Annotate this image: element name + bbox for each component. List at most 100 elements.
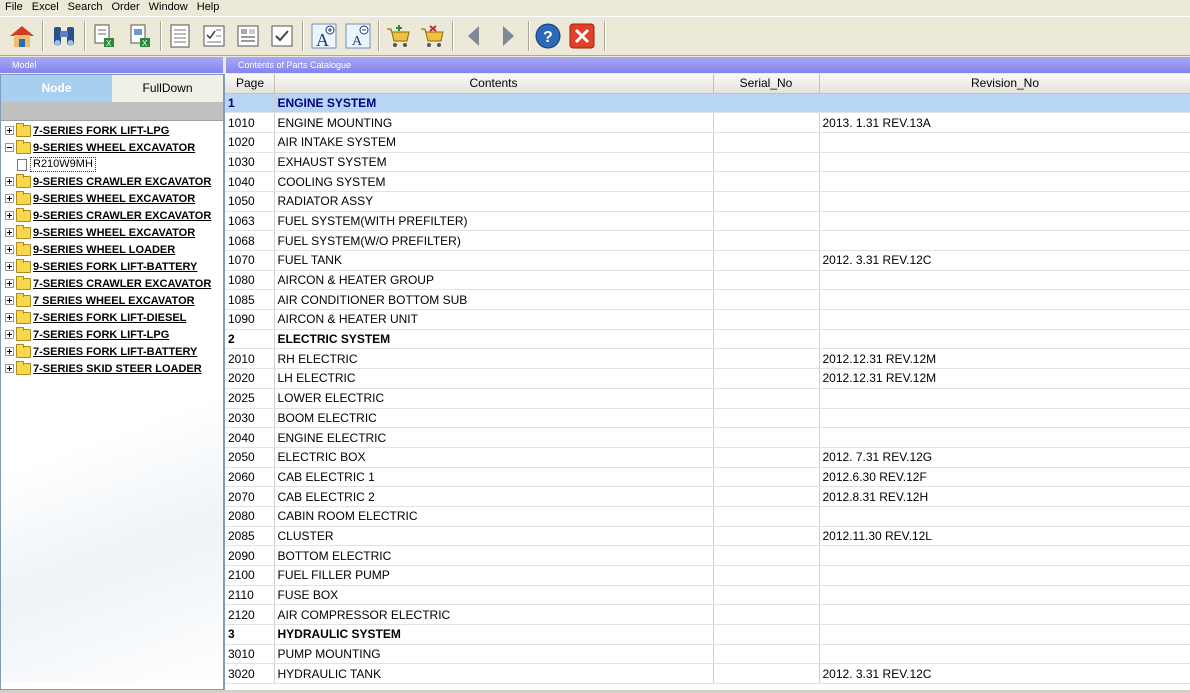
expand-icon[interactable] (5, 211, 14, 220)
table-row[interactable]: 3020 HYDRAULIC TANK 2012. 3.31 REV.12C (225, 663, 1190, 685)
home-icon[interactable] (6, 20, 38, 52)
tree-node[interactable]: 9-SERIES WHEEL EXCAVATOR (5, 139, 195, 156)
zoom-out-text-icon[interactable]: A (342, 20, 374, 52)
tree-node[interactable]: 7-SERIES FORK LIFT-BATTERY (5, 343, 197, 360)
table-row[interactable]: 1030 EXHAUST SYSTEM (225, 152, 1190, 173)
table-row[interactable]: 1085 AIR CONDITIONER BOTTOM SUB (225, 289, 1190, 311)
cell-serial (713, 230, 820, 251)
help-icon[interactable]: ? (532, 20, 564, 52)
binoculars-icon[interactable] (48, 20, 80, 52)
table-row[interactable]: 1068 FUEL SYSTEM(W/O PREFILTER) (225, 230, 1190, 251)
table-row[interactable]: 2120 AIR COMPRESSOR ELECTRIC (225, 604, 1190, 626)
tab-fulldown[interactable]: FullDown (112, 75, 223, 102)
cell-serial (713, 270, 820, 291)
table-row[interactable]: 2030 BOOM ELECTRIC (225, 408, 1190, 429)
table-row[interactable]: 1063 FUEL SYSTEM(WITH PREFILTER) (225, 211, 1190, 232)
table-row[interactable]: 2010 RH ELECTRIC 2012.12.31 REV.12M (225, 348, 1190, 370)
table-row[interactable]: 2020 LH ELECTRIC 2012.12.31 REV.12M (225, 368, 1190, 389)
tree-node[interactable]: 9-SERIES WHEEL EXCAVATOR (5, 190, 195, 207)
toolbar-separator (378, 21, 380, 51)
table-row[interactable]: 2040 ENGINE ELECTRIC (225, 427, 1190, 448)
table-row[interactable]: 1090 AIRCON & HEATER UNIT (225, 309, 1190, 330)
tree-node[interactable]: 9-SERIES FORK LIFT-BATTERY (5, 258, 197, 275)
tree-leaf[interactable]: R210W9MH (17, 156, 96, 173)
table-row[interactable]: 1050 RADIATOR ASSY (225, 191, 1190, 212)
table-row[interactable]: 2110 FUSE BOX (225, 585, 1190, 606)
table-row[interactable]: 2100 FUEL FILLER PUMP (225, 565, 1190, 586)
cell-contents: BOOM ELECTRIC (274, 408, 714, 429)
cell-revision (819, 624, 1190, 645)
document-list-icon[interactable] (164, 20, 196, 52)
menu-excel[interactable]: Excel (27, 0, 63, 16)
zoom-in-text-icon[interactable]: A (308, 20, 340, 52)
export-excel-alt-icon[interactable]: X (124, 20, 156, 52)
expand-icon[interactable] (5, 177, 14, 186)
tree-node[interactable]: 9-SERIES WHEEL EXCAVATOR (5, 224, 195, 241)
table-row[interactable]: 2050 ELECTRIC BOX 2012. 7.31 REV.12G (225, 447, 1190, 468)
expand-icon[interactable] (5, 364, 14, 373)
document-grid-icon[interactable] (232, 20, 264, 52)
menu-order[interactable]: Order (107, 0, 144, 16)
table-row[interactable]: 2025 LOWER ELECTRIC (225, 388, 1190, 409)
expand-icon[interactable] (5, 126, 14, 135)
expand-icon[interactable] (5, 228, 14, 237)
tree-node[interactable]: 7-SERIES SKID STEER LOADER (5, 360, 202, 377)
table-row[interactable]: 2060 CAB ELECTRIC 1 2012.6.30 REV.12F (225, 467, 1190, 488)
cell-contents: FUSE BOX (274, 585, 714, 606)
cart-remove-icon[interactable] (416, 20, 448, 52)
tree-node[interactable]: 9-SERIES CRAWLER EXCAVATOR (5, 207, 211, 224)
menu-help[interactable]: Help (192, 0, 224, 16)
tree-node[interactable]: 9-SERIES WHEEL LOADER (5, 241, 175, 258)
table-row[interactable]: 1010 ENGINE MOUNTING 2013. 1.31 REV.13A (225, 112, 1190, 133)
expand-icon[interactable] (5, 330, 14, 339)
table-row[interactable]: 1 ENGINE SYSTEM (225, 93, 1190, 114)
cell-page: 3010 (225, 644, 275, 665)
expand-icon[interactable] (5, 313, 14, 322)
column-header-contents[interactable]: Contents (274, 74, 714, 94)
table-row[interactable]: 1080 AIRCON & HEATER GROUP (225, 270, 1190, 291)
collapse-icon[interactable] (5, 143, 14, 152)
table-row[interactable]: 2085 CLUSTER 2012.11.30 REV.12L (225, 526, 1190, 547)
expand-icon[interactable] (5, 194, 14, 203)
menu-file[interactable]: File (0, 0, 27, 16)
cell-serial (713, 427, 820, 448)
table-row[interactable]: 1020 AIR INTAKE SYSTEM (225, 132, 1190, 153)
expand-icon[interactable] (5, 262, 14, 271)
table-row[interactable]: 1070 FUEL TANK 2012. 3.31 REV.12C (225, 250, 1190, 271)
cell-revision: 2012. 7.31 REV.12G (819, 447, 1190, 468)
document-tick-icon[interactable] (266, 20, 298, 52)
expand-icon[interactable] (5, 347, 14, 356)
arrow-right-icon[interactable] (492, 20, 524, 52)
tree-node[interactable]: 9-SERIES CRAWLER EXCAVATOR (5, 173, 211, 190)
table-row[interactable]: 2080 CABIN ROOM ELECTRIC (225, 506, 1190, 527)
menu-window[interactable]: Window (144, 0, 192, 16)
tree-node[interactable]: 7 SERIES WHEEL EXCAVATOR (5, 292, 195, 309)
menu-search[interactable]: Search (63, 0, 107, 16)
table-row[interactable]: 2070 CAB ELECTRIC 2 2012.8.31 REV.12H (225, 486, 1190, 507)
expand-icon[interactable] (5, 296, 14, 305)
column-header-page[interactable]: Page (225, 74, 275, 94)
svg-text:X: X (142, 39, 148, 48)
tree-node[interactable]: 7-SERIES FORK LIFT-DIESEL (5, 309, 186, 326)
tree-node[interactable]: 7-SERIES FORK LIFT-LPG (5, 326, 169, 343)
column-header-serial[interactable]: Serial_No (713, 74, 820, 94)
document-checklist-icon[interactable] (198, 20, 230, 52)
tab-node[interactable]: Node (1, 75, 112, 102)
column-header-revision[interactable]: Revision_No (819, 74, 1190, 94)
tree-node[interactable]: 7-SERIES FORK LIFT-LPG (5, 122, 169, 139)
expand-icon[interactable] (5, 279, 14, 288)
table-row[interactable]: 3010 PUMP MOUNTING (225, 644, 1190, 665)
cart-add-icon[interactable] (382, 20, 414, 52)
table-row[interactable]: 2090 BOTTOM ELECTRIC (225, 545, 1190, 566)
expand-icon[interactable] (5, 245, 14, 254)
cell-serial (713, 250, 820, 271)
table-row[interactable]: 3 HYDRAULIC SYSTEM (225, 624, 1190, 645)
table-row[interactable]: 1040 COOLING SYSTEM (225, 171, 1190, 192)
cell-page: 1040 (225, 171, 275, 192)
close-icon[interactable] (566, 20, 598, 52)
cell-contents: BOTTOM ELECTRIC (274, 545, 714, 566)
tree-node[interactable]: 7-SERIES CRAWLER EXCAVATOR (5, 275, 211, 292)
export-excel-icon[interactable]: X (88, 20, 120, 52)
arrow-left-icon[interactable] (458, 20, 490, 52)
table-row[interactable]: 2 ELECTRIC SYSTEM (225, 329, 1190, 350)
